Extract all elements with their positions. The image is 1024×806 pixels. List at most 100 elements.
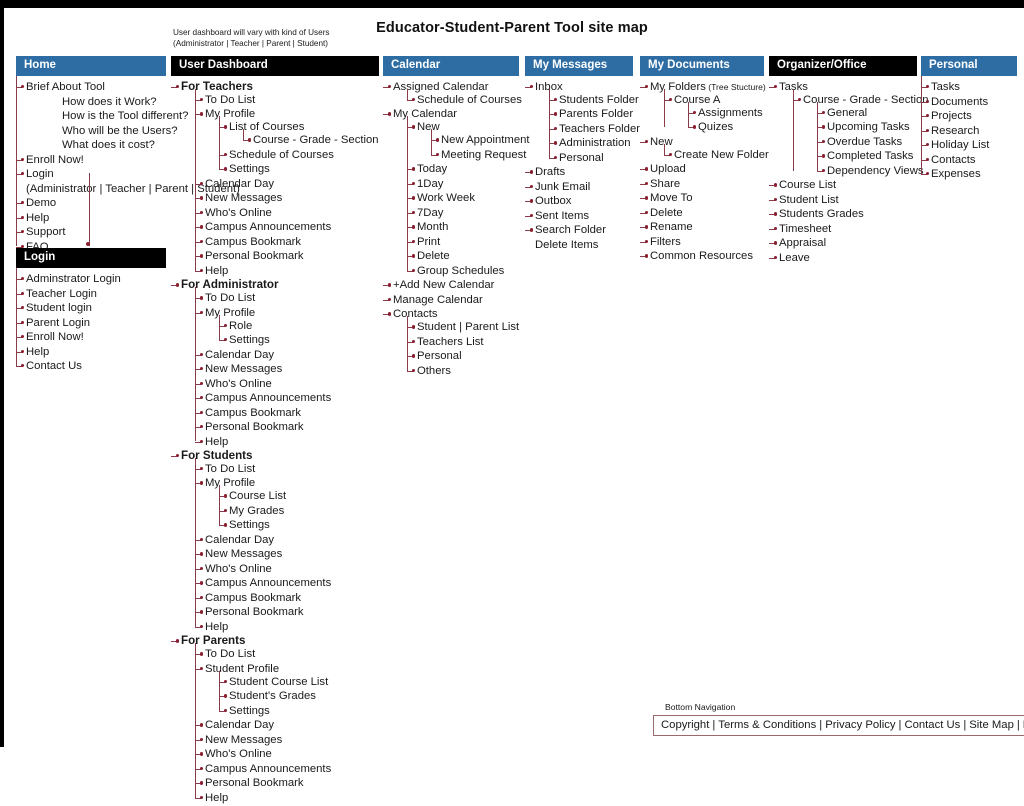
messages-item-sent-items[interactable]: Sent Items [525, 210, 633, 223]
organizer-item-student-list[interactable]: Student List [769, 194, 917, 207]
bottom-nav-link-privacy-policy[interactable]: Privacy Policy [825, 719, 895, 731]
node-general[interactable]: General [817, 107, 917, 120]
dashboard-group-for-administrator[interactable]: For Administrator To Do List My Profile Rol… [171, 278, 379, 448]
node-my-profile[interactable]: My Profile Course List My Grades Settings [195, 477, 379, 532]
calendar-item-add-new-calendar[interactable]: +Add New Calendar [383, 279, 519, 292]
personal-item-documents[interactable]: Documents [921, 96, 1017, 109]
node-course-grade-section[interactable]: Course - Grade - Section [243, 134, 379, 147]
organizer-item-tasks[interactable]: Tasks Course - Grade - Section General Upco… [769, 81, 929, 178]
node-student-profile[interactable]: Student Profile Student Course List Studen… [195, 663, 379, 718]
node-campus-announcements[interactable]: Campus Announcements [195, 221, 379, 234]
node-new[interactable]: New New Appointment Meeting Request [407, 121, 530, 162]
personal-item-projects[interactable]: Projects [921, 110, 1017, 123]
node-help[interactable]: Help [195, 792, 379, 805]
node-personal[interactable]: Personal [407, 350, 519, 363]
calendar-item-my-calendar[interactable]: My Calendar New New Appointment Meeting Req… [383, 108, 530, 278]
messages-item-inbox[interactable]: Inbox Students Folder Parents Folder Teache… [525, 81, 640, 165]
home-item-brief-about-tool[interactable]: Brief About Tool [16, 81, 166, 94]
dashboard-group-for-students[interactable]: For Students To Do List My Profile Course L… [171, 449, 379, 634]
messages-item-delete-items[interactable]: Delete Items [525, 239, 633, 252]
node-calendar-day[interactable]: Calendar Day [195, 534, 379, 547]
login-item-student-login[interactable]: Student login [16, 302, 166, 315]
messages-item-drafts[interactable]: Drafts [525, 166, 633, 179]
personal-item-research[interactable]: Research [921, 125, 1017, 138]
node-who-s-online[interactable]: Who's Online [195, 378, 379, 391]
node-schedule-of-courses[interactable]: Schedule of Courses [407, 94, 522, 107]
node-group-schedules[interactable]: Group Schedules [407, 265, 519, 278]
node-to-do-list[interactable]: To Do List [195, 292, 379, 305]
organizer-item-appraisal[interactable]: Appraisal [769, 237, 917, 250]
node-month[interactable]: Month [407, 221, 519, 234]
documents-item-upload[interactable]: Upload [640, 163, 764, 176]
node-my-profile[interactable]: My Profile List of Courses Course - Grade … [195, 108, 379, 176]
bottom-nav-link-contact-us[interactable]: Contact Us [904, 719, 960, 731]
node-new-appointment[interactable]: New Appointment [431, 134, 530, 147]
node-completed-tasks[interactable]: Completed Tasks [817, 150, 917, 163]
node-who-s-online[interactable]: Who's Online [195, 563, 379, 576]
messages-item-junk-email[interactable]: Junk Email [525, 181, 633, 194]
node-teachers-list[interactable]: Teachers List [407, 336, 519, 349]
node-delete[interactable]: Delete [407, 250, 519, 263]
node-teachers-folder[interactable]: Teachers Folder [549, 123, 640, 136]
home-item-login[interactable]: Login [16, 168, 166, 181]
documents-item-my-folders[interactable]: My Folders (Tree Stucture) Course A Assign… [640, 81, 766, 134]
node-calendar-day[interactable]: Calendar Day [195, 349, 379, 362]
documents-item-move-to[interactable]: Move To [640, 192, 764, 205]
node-assignments[interactable]: Assignments [688, 107, 764, 120]
node-quizes[interactable]: Quizes [688, 121, 764, 134]
node-students-folder[interactable]: Students Folder [549, 94, 639, 107]
calendar-item-assigned-calendar[interactable]: Assigned Calendar Schedule of Courses [383, 81, 522, 107]
node-new-messages[interactable]: New Messages [195, 548, 379, 561]
node-others[interactable]: Others [407, 365, 519, 378]
dashboard-group-for-parents[interactable]: For Parents To Do List Student Profile Stud… [171, 634, 379, 805]
documents-item-share[interactable]: Share [640, 178, 764, 191]
node-create-new-folder[interactable]: Create New Folder [664, 149, 769, 162]
node-campus-bookmark[interactable]: Campus Bookmark [195, 236, 379, 249]
node-7day[interactable]: 7Day [407, 207, 519, 220]
home-question-how-is-the-tool-different[interactable]: How is the Tool different? [16, 110, 188, 123]
home-question-how-does-it-work[interactable]: How does it Work? [16, 96, 166, 109]
node-student-parent-list[interactable]: Student | Parent List [407, 321, 519, 334]
node-meeting-request[interactable]: Meeting Request [431, 149, 526, 162]
node-personal-bookmark[interactable]: Personal Bookmark [195, 606, 379, 619]
node-1day[interactable]: 1Day [407, 178, 519, 191]
messages-item-outbox[interactable]: Outbox [525, 195, 633, 208]
node-my-grades[interactable]: My Grades [219, 505, 379, 518]
node-settings[interactable]: Settings [219, 519, 379, 532]
node-help[interactable]: Help [195, 265, 379, 278]
node-settings[interactable]: Settings [219, 334, 379, 347]
node-course-list[interactable]: Course List [219, 490, 379, 503]
bottom-nav-link-terms-conditions[interactable]: Terms & Conditions [718, 719, 816, 731]
personal-item-expenses[interactable]: Expenses [921, 168, 1017, 181]
login-item-contact-us[interactable]: Contact Us [16, 360, 166, 373]
documents-item-rename[interactable]: Rename [640, 221, 764, 234]
node-dependency-views[interactable]: Dependency Views [817, 165, 924, 178]
documents-item-delete[interactable]: Delete [640, 207, 764, 220]
home-question-who-will-be-the-users[interactable]: Who will be the Users? [16, 125, 178, 138]
node-overdue-tasks[interactable]: Overdue Tasks [817, 136, 917, 149]
node-work-week[interactable]: Work Week [407, 192, 519, 205]
organizer-item-course-list[interactable]: Course List [769, 179, 917, 192]
node-personal-bookmark[interactable]: Personal Bookmark [195, 250, 379, 263]
organizer-item-leave[interactable]: Leave [769, 252, 917, 265]
node-campus-bookmark[interactable]: Campus Bookmark [195, 407, 379, 420]
node-calendar-day[interactable]: Calendar Day [195, 178, 379, 191]
login-item-enroll-now[interactable]: Enroll Now! [16, 331, 166, 344]
node-upcoming-tasks[interactable]: Upcoming Tasks [817, 121, 917, 134]
node-student-course-list[interactable]: Student Course List [219, 676, 379, 689]
documents-item-filters[interactable]: Filters [640, 236, 764, 249]
node-campus-bookmark[interactable]: Campus Bookmark [195, 592, 379, 605]
node-calendar-day[interactable]: Calendar Day [195, 719, 379, 732]
node-who-s-online[interactable]: Who's Online [195, 207, 379, 220]
bottom-nav-link-site-map[interactable]: Site Map [969, 719, 1014, 731]
login-item-help[interactable]: Help [16, 346, 166, 359]
documents-item-common-resources[interactable]: Common Resources [640, 250, 764, 263]
node-list-of-courses[interactable]: List of Courses Course - Grade - Section [219, 121, 379, 147]
messages-item-search-folder[interactable]: Search Folder [525, 224, 633, 237]
node-to-do-list[interactable]: To Do List [195, 94, 379, 107]
calendar-item-contacts[interactable]: Contacts Student | Parent List Teachers Li… [383, 308, 519, 377]
dashboard-group-for-teachers[interactable]: For Teachers To Do List My Profile List of … [171, 80, 379, 278]
node-campus-announcements[interactable]: Campus Announcements [195, 763, 379, 776]
organizer-item-timesheet[interactable]: Timesheet [769, 223, 917, 236]
node-new-messages[interactable]: New Messages [195, 192, 379, 205]
